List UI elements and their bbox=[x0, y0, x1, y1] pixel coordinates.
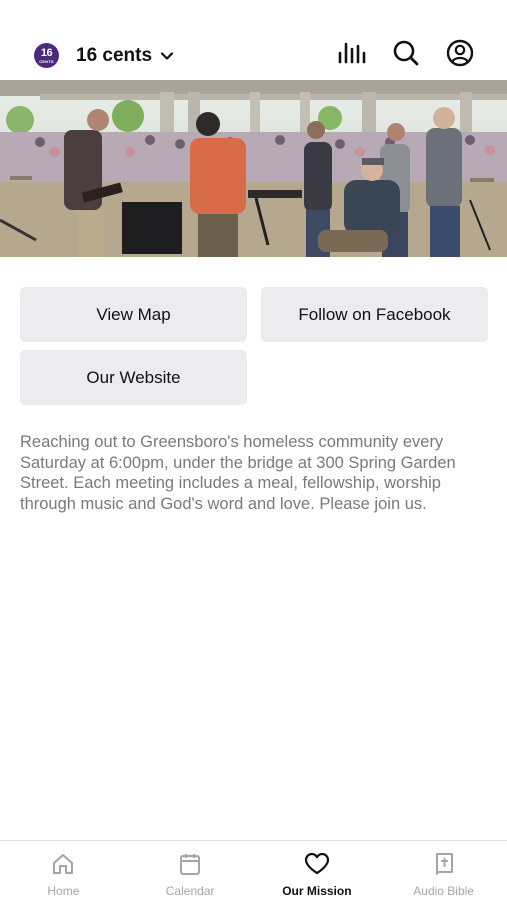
account-icon[interactable] bbox=[445, 38, 475, 68]
app-title: 16 cents bbox=[76, 44, 153, 66]
our-website-button[interactable]: Our Website bbox=[20, 350, 247, 405]
bible-icon bbox=[431, 851, 457, 877]
brand-switcher[interactable]: 16 CENTS 16 cents bbox=[34, 43, 174, 68]
tab-label-calendar: Calendar bbox=[165, 884, 215, 898]
logo-subtext: CENTS bbox=[39, 58, 54, 64]
tab-our-mission[interactable]: Our Mission bbox=[254, 841, 381, 900]
mission-description: Reaching out to Greensboro's homeless co… bbox=[20, 433, 456, 513]
brand-logo: 16 CENTS bbox=[34, 43, 59, 68]
follow-facebook-button[interactable]: Follow on Facebook bbox=[261, 287, 488, 342]
tab-label-our-mission: Our Mission bbox=[282, 884, 352, 898]
hero-image bbox=[0, 80, 507, 257]
calendar-icon bbox=[177, 851, 203, 877]
top-header: 16 CENTS 16 cents bbox=[0, 0, 507, 80]
tab-home[interactable]: Home bbox=[0, 841, 127, 900]
tab-label-home: Home bbox=[47, 884, 80, 898]
audio-bars-icon[interactable] bbox=[337, 38, 367, 68]
app-screen: 16 CENTS 16 cents View Map Follow on Fac… bbox=[0, 0, 507, 900]
bottom-tab-bar: Home Calendar Our Mission Audio Bible bbox=[0, 840, 507, 900]
view-map-button[interactable]: View Map bbox=[20, 287, 247, 342]
heart-icon bbox=[304, 851, 330, 877]
logo-number: 16 bbox=[40, 46, 53, 59]
search-icon[interactable] bbox=[391, 38, 421, 68]
tab-calendar[interactable]: Calendar bbox=[127, 841, 254, 900]
chevron-down-icon bbox=[160, 49, 174, 63]
tab-label-audio-bible: Audio Bible bbox=[413, 884, 474, 898]
home-icon bbox=[50, 851, 76, 877]
header-actions bbox=[337, 38, 475, 68]
tab-audio-bible[interactable]: Audio Bible bbox=[380, 841, 507, 900]
